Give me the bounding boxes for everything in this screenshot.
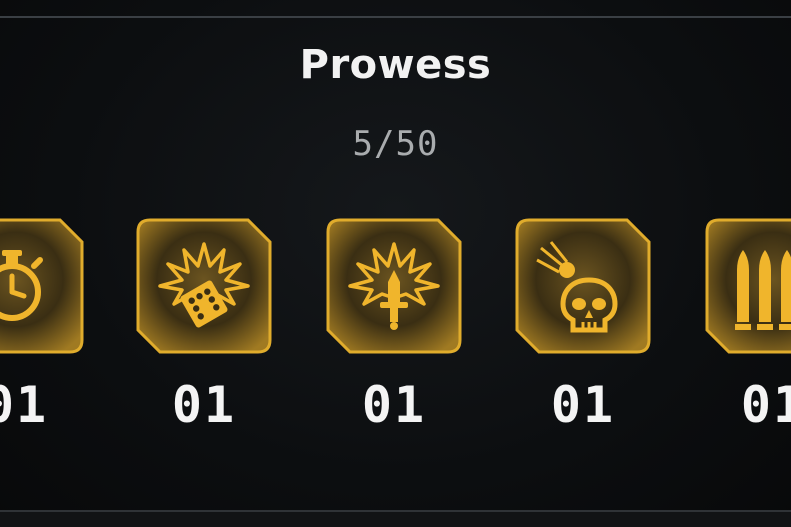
badge-count: 01 <box>550 376 616 434</box>
badge-explosion-dice[interactable] <box>136 218 272 354</box>
explosion-dice-icon <box>158 242 250 328</box>
panel-top-border <box>0 16 791 18</box>
ammo-bullets-icon <box>735 250 791 330</box>
panel-title: Prowess <box>299 42 492 88</box>
badge-count: 01 <box>361 376 427 434</box>
badge-count: 01 <box>171 376 237 434</box>
skull-impact-icon <box>536 241 618 333</box>
panel-bottom-strip <box>0 512 791 527</box>
badge-stopwatch[interactable] <box>0 218 84 354</box>
badge-ammo[interactable] <box>705 218 791 354</box>
badge-skull-impact[interactable] <box>515 218 651 354</box>
prowess-progress: 5/50 <box>352 124 439 164</box>
prowess-panel: Prowess 5/50 01 <box>0 0 791 527</box>
badge-count: 01 <box>740 376 791 434</box>
badge-explosion-dagger[interactable] <box>326 218 462 354</box>
badge-count: 01 <box>0 376 49 434</box>
stopwatch-icon <box>0 250 43 321</box>
explosion-dagger-icon <box>348 242 440 330</box>
